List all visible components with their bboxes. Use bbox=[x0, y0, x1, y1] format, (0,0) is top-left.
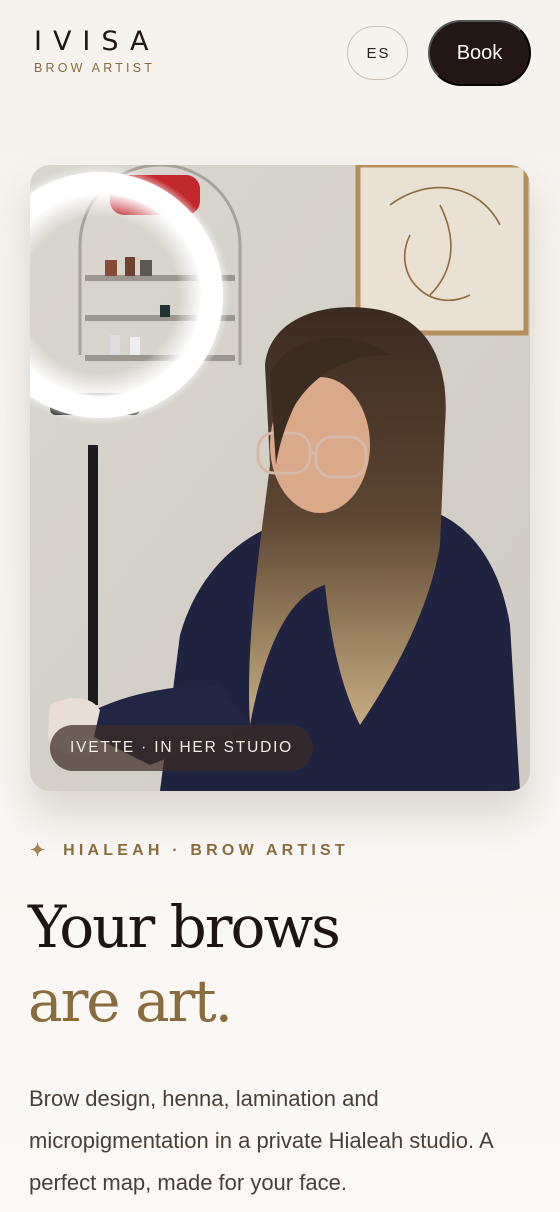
headline-line-2: are art. bbox=[28, 967, 233, 1035]
hero-description: Brow design, henna, lamination and micro… bbox=[29, 1086, 493, 1195]
site-header: IVISA BROW ARTIST ES Book bbox=[0, 0, 560, 110]
brand-name: IVISA bbox=[34, 26, 160, 57]
language-toggle-button[interactable]: ES bbox=[347, 26, 408, 80]
book-button[interactable]: Book bbox=[428, 20, 531, 86]
photo-caption: IVETTE · IN HER STUDIO bbox=[50, 725, 314, 771]
headline-line-1: Your brows bbox=[28, 893, 341, 961]
eyebrow-text: HIALEAH · BROW ARTIST bbox=[63, 841, 349, 859]
brand-tagline: BROW ARTIST bbox=[34, 61, 156, 75]
hero-photo: IVETTE · IN HER STUDIO bbox=[30, 165, 530, 791]
sparkle-icon: ✦ bbox=[30, 840, 46, 860]
hero-headline: Your brows are art. bbox=[28, 890, 341, 1038]
hero-eyebrow: ✦ HIALEAH · BROW ARTIST bbox=[30, 840, 349, 861]
studio-photo-illustration bbox=[30, 165, 530, 791]
brand-logo[interactable]: IVISA BROW ARTIST bbox=[34, 28, 160, 75]
